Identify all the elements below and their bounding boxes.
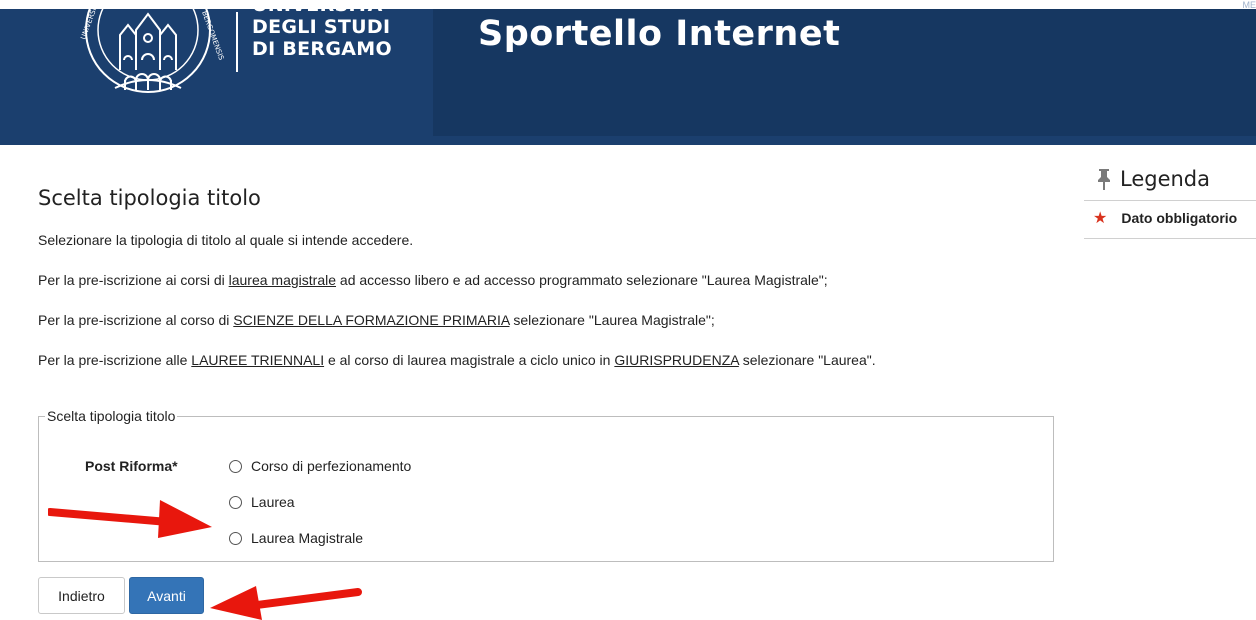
instruction-formazione-primaria: Per la pre-iscrizione al corso di SCIENZ…: [38, 312, 1058, 329]
degree-type-radio-group: Corso di perfezionamento Laurea Laurea M…: [229, 457, 411, 565]
legend-title: Legenda: [1084, 162, 1256, 196]
radio-button[interactable]: [229, 531, 242, 545]
radio-button[interactable]: [229, 459, 242, 473]
radio-option-laurea[interactable]: Laurea: [229, 493, 411, 511]
next-button[interactable]: Avanti: [129, 577, 204, 614]
university-line-1: UNIVERSITÀ: [252, 0, 383, 16]
instruction-text: e al corso di laurea magistrale a ciclo …: [324, 352, 615, 368]
asterisk-icon: ★: [1093, 210, 1108, 227]
page-title: Scelta tipologia titolo: [38, 186, 261, 210]
pin-icon: [1098, 169, 1110, 190]
legend-item-label: Dato obbligatorio: [1121, 210, 1238, 226]
site-header: UNIVERSITAS BERGOMENSIS UNIVERSITÀ DEGLI…: [0, 0, 1256, 145]
instruction-text: Per la pre-iscrizione alle: [38, 352, 192, 368]
instruction-text: Per la pre-iscrizione al corso di: [38, 312, 234, 328]
link-giurisprudenza[interactable]: GIURISPRUDENZA: [614, 352, 738, 368]
site-title: Sportello Internet: [478, 14, 841, 54]
university-line-3: DI BERGAMO: [252, 38, 392, 60]
radio-option-label: Corso di perfezionamento: [251, 458, 412, 474]
annotation-arrow-icon: [48, 500, 212, 538]
university-crest-icon[interactable]: UNIVERSITAS BERGOMENSIS: [70, 0, 226, 100]
university-name[interactable]: UNIVERSITÀ DEGLI STUDI DI BERGAMO: [252, 0, 392, 60]
radio-button[interactable]: [229, 495, 242, 509]
legend-divider: [1084, 238, 1256, 239]
header-corner-text[interactable]: ME: [1243, 0, 1256, 10]
link-lauree-triennali[interactable]: LAUREE TRIENNALI: [191, 352, 324, 368]
main-content: Scelta tipologia titolo Selezionare la t…: [38, 170, 1058, 562]
radio-option-label: Laurea: [251, 494, 295, 510]
instruction-text: Per la pre-iscrizione ai corsi di: [38, 272, 229, 288]
legend-item-required: ★ Dato obbligatorio: [1084, 201, 1256, 230]
intro-text: Selezionare la tipologia di titolo al qu…: [38, 232, 414, 248]
legend-title-text: Legenda: [1120, 167, 1211, 191]
back-button[interactable]: Indietro: [38, 577, 125, 614]
radio-option-laurea-magistrale[interactable]: Laurea Magistrale: [229, 529, 411, 547]
fieldset-legend: Scelta tipologia titolo: [47, 408, 176, 424]
post-riforma-label: Post Riforma*: [85, 458, 178, 474]
instruction-text: selezionare "Laurea Magistrale";: [509, 312, 715, 328]
radio-option-corso-perfezionamento[interactable]: Corso di perfezionamento: [229, 457, 411, 475]
legend-panel: Legenda ★ Dato obbligatorio: [1084, 162, 1256, 239]
link-scienze-formazione-primaria[interactable]: SCIENZE DELLA FORMAZIONE PRIMARIA: [233, 312, 509, 328]
annotation-arrow-icon: [210, 586, 362, 620]
logo-separator: [236, 12, 238, 72]
instruction-lauree-triennali: Per la pre-iscrizione alle LAUREE TRIENN…: [38, 352, 1058, 369]
instruction-text: selezionare "Laurea".: [738, 352, 876, 368]
link-laurea-magistrale[interactable]: laurea magistrale: [229, 272, 336, 288]
instruction-text: ad accesso libero e ad accesso programma…: [336, 272, 828, 288]
university-line-2: DEGLI STUDI: [252, 16, 391, 38]
svg-text:BERGOMENSIS: BERGOMENSIS: [200, 10, 225, 62]
instruction-laurea-magistrale: Per la pre-iscrizione ai corsi di laurea…: [38, 272, 1058, 289]
radio-option-label: Laurea Magistrale: [251, 530, 364, 546]
